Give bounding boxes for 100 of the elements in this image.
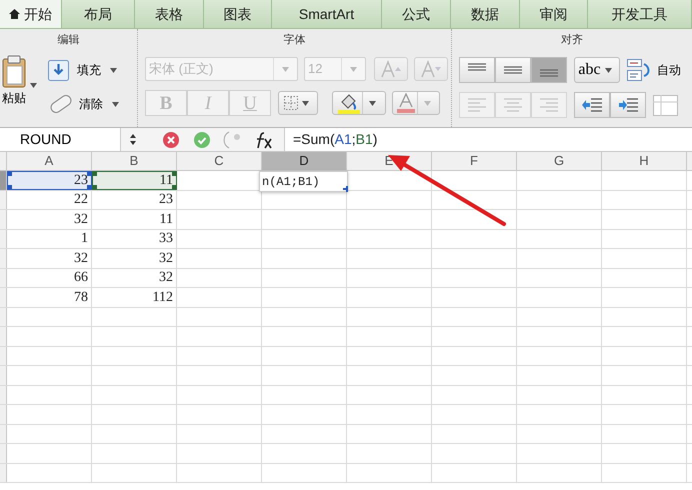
- lines-icon: [503, 97, 523, 113]
- wrap-text-button[interactable]: 自动: [627, 59, 681, 81]
- confirm-icon: [194, 132, 210, 148]
- row-header[interactable]: [0, 444, 7, 462]
- row-header[interactable]: [0, 268, 7, 287]
- caret-icon: [110, 68, 117, 72]
- table-cell[interactable]: 23: [7, 171, 92, 190]
- formula-field[interactable]: =Sum(A1;B1): [284, 128, 692, 151]
- ribbon-tab[interactable]: SmartArt: [272, 0, 382, 28]
- indent-button[interactable]: [610, 92, 646, 118]
- ribbon-tab[interactable]: 审阅: [520, 0, 588, 28]
- font-color-button[interactable]: [392, 91, 440, 115]
- ribbon-tab[interactable]: 表格: [135, 0, 204, 28]
- table-cell[interactable]: 78: [7, 288, 92, 306]
- table-cell[interactable]: 32: [7, 249, 92, 268]
- table-cell[interactable]: 11: [92, 210, 177, 228]
- row-header[interactable]: [0, 327, 7, 346]
- fill-color-button[interactable]: [332, 91, 386, 115]
- row-header[interactable]: [0, 366, 7, 384]
- table-cell[interactable]: 32: [7, 210, 92, 228]
- indent-icon: [618, 97, 638, 113]
- row-header[interactable]: [0, 464, 7, 482]
- caret-icon: [302, 100, 308, 106]
- ribbon-tab[interactable]: 公式: [382, 0, 451, 28]
- caret-icon: [604, 68, 612, 72]
- ribbon-tab[interactable]: 图表: [204, 0, 272, 28]
- caret-icon: [282, 66, 289, 72]
- group-label: 对齐: [561, 32, 583, 48]
- border-grid-icon: [284, 96, 298, 110]
- table-cell[interactable]: 22: [7, 190, 92, 209]
- vertical-align-button[interactable]: [459, 57, 495, 83]
- ribbon-tab[interactable]: 布局: [62, 0, 135, 28]
- row-header[interactable]: [0, 424, 7, 443]
- orientation-button[interactable]: abc: [574, 57, 620, 83]
- row-header[interactable]: [0, 190, 7, 209]
- caret-icon: [369, 100, 376, 106]
- lines-icon: [467, 97, 487, 113]
- row-header[interactable]: [0, 230, 7, 248]
- lines-icon: [539, 97, 559, 113]
- indent-icon: [582, 97, 602, 113]
- table-cell[interactable]: 112: [92, 288, 177, 306]
- cancel-icon: [163, 132, 179, 148]
- caret-icon: [112, 102, 119, 106]
- lines-icon: [540, 69, 558, 77]
- caret-icon: [424, 100, 431, 106]
- wrap-icon: [627, 59, 651, 81]
- borders-button[interactable]: [278, 91, 318, 115]
- table-cell[interactable]: 66: [7, 268, 92, 287]
- column-header[interactable]: G: [517, 152, 602, 170]
- clear-button[interactable]: 清除: [48, 92, 123, 116]
- horizontal-align-button[interactable]: [531, 92, 567, 118]
- caret-icon: [30, 83, 37, 88]
- row-header[interactable]: [0, 308, 7, 326]
- column-header[interactable]: A: [7, 152, 92, 170]
- vertical-align-button[interactable]: [531, 57, 567, 83]
- function-wizard-icon: [223, 130, 241, 148]
- formula-tooltip: n(A1;B1): [259, 171, 348, 192]
- font-size-button[interactable]: [414, 57, 448, 81]
- horizontal-align-button[interactable]: [459, 92, 495, 118]
- indent-button[interactable]: [574, 92, 610, 118]
- row-header[interactable]: [0, 171, 7, 190]
- column-header[interactable]: H: [602, 152, 687, 170]
- group-label: 字体: [284, 32, 306, 48]
- paste-button[interactable]: 粘贴: [2, 55, 42, 116]
- table-cell[interactable]: 23: [92, 190, 177, 209]
- row-header[interactable]: [0, 249, 7, 268]
- home-icon: [9, 9, 20, 19]
- ribbon-tab[interactable]: 数据: [451, 0, 520, 28]
- ribbon-tab[interactable]: 开发工具: [588, 0, 692, 28]
- lines-icon: [468, 63, 486, 71]
- fx-icon: [255, 130, 272, 148]
- table-cell[interactable]: 32: [92, 249, 177, 268]
- table-cell[interactable]: 11: [92, 171, 177, 190]
- row-header[interactable]: [0, 346, 7, 365]
- stepper-icon: [129, 133, 137, 146]
- name-box[interactable]: ROUND: [0, 128, 121, 151]
- horizontal-align-button[interactable]: [495, 92, 531, 118]
- row-header[interactable]: [0, 386, 7, 404]
- grow-font-icon: [380, 60, 402, 78]
- fill-button[interactable]: 填充: [48, 58, 123, 82]
- row-header[interactable]: [0, 210, 7, 228]
- column-header[interactable]: F: [432, 152, 517, 170]
- lines-icon: [504, 66, 522, 74]
- merge-cells-icon: [653, 94, 678, 116]
- table-cell[interactable]: 33: [92, 230, 177, 248]
- column-header[interactable]: B: [92, 152, 177, 170]
- vertical-align-button[interactable]: [495, 57, 531, 83]
- shrink-font-icon: [420, 60, 442, 78]
- table-cell[interactable]: 1: [7, 230, 92, 248]
- font-color-icon: [397, 93, 415, 113]
- font-size-button[interactable]: [374, 57, 408, 81]
- row-header[interactable]: [0, 405, 7, 424]
- column-header[interactable]: D: [262, 152, 347, 170]
- group-label: 编辑: [58, 32, 80, 48]
- table-cell[interactable]: 32: [92, 268, 177, 287]
- paint-bucket-icon: [338, 92, 360, 114]
- ribbon-tab[interactable]: 开始: [0, 0, 62, 28]
- range-corner-icon: [340, 186, 348, 192]
- row-header[interactable]: [0, 288, 7, 306]
- caret-icon: [350, 66, 357, 72]
